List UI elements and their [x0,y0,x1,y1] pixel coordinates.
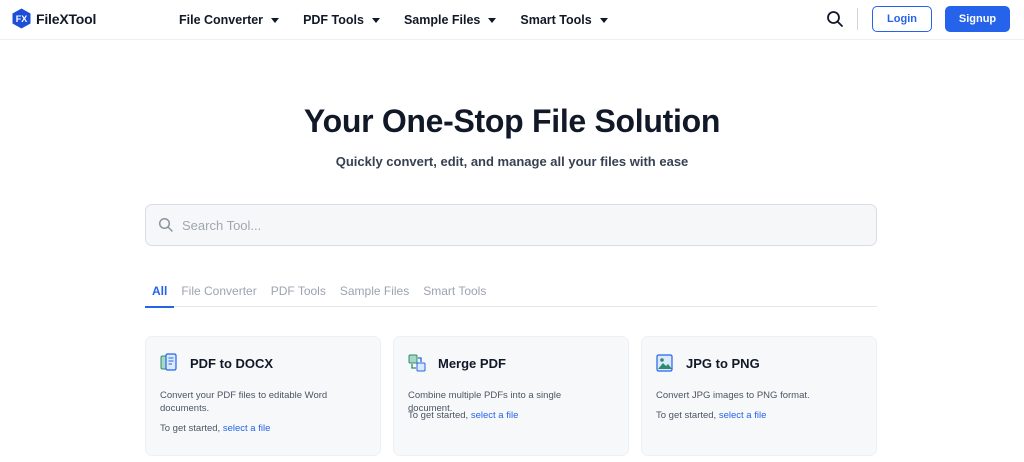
nav-file-converter-label: File Converter [179,13,264,27]
jpg-to-png-icon [656,353,674,373]
tab-file-converter[interactable]: File Converter [174,276,263,307]
caret-down-icon [271,17,280,23]
caret-down-icon [488,17,497,23]
svg-text:FX: FX [16,14,28,24]
caret-down-icon [599,17,608,23]
login-button[interactable]: Login [872,6,932,32]
get-started-text: To get started, [408,410,469,421]
card-get-started: To get started, select a file [656,410,766,421]
signup-button[interactable]: Signup [945,6,1010,32]
tab-smart-tools[interactable]: Smart Tools [416,276,493,307]
tab-all[interactable]: All [145,276,175,308]
category-tabs: All File Converter PDF Tools Sample File… [145,276,877,308]
card-title: Merge PDF [438,356,506,371]
card-get-started: To get started, select a file [408,410,518,421]
search-icon[interactable] [826,10,844,28]
get-started-text: To get started, [656,410,717,421]
tool-card-pdf-to-docx[interactable]: PDF to DOCX Convert your PDF files to ed… [145,336,381,456]
search-input[interactable] [182,205,862,245]
caret-down-icon [371,17,380,23]
main-nav: File Converter PDF Tools Sample Files Sm… [179,0,608,40]
card-title: JPG to PNG [686,356,760,371]
nav-sample-files-label: Sample Files [403,13,481,27]
nav-smart-tools[interactable]: Smart Tools [520,13,608,27]
nav-pdf-tools[interactable]: PDF Tools [303,13,380,27]
pdf-to-docx-icon [160,353,178,373]
nav-smart-tools-label: Smart Tools [520,13,592,27]
select-file-link[interactable]: select a file [223,423,271,434]
logo-badge-icon: FX [11,8,32,29]
card-description: Convert your PDF files to editable Word … [160,390,328,414]
card-description: Convert JPG images to PNG format. [656,390,810,401]
logo-text: FileXTool [36,10,97,27]
top-header: FX FileXTool File Converter PDF Tools Sa… [0,0,1024,40]
tool-search-box [145,204,877,246]
logo[interactable]: FX FileXTool [11,8,96,29]
search-icon [158,217,174,238]
card-title: PDF to DOCX [190,356,274,371]
tool-card-merge-pdf[interactable]: Merge PDF Combine multiple PDFs into a s… [393,336,629,456]
card-get-started: To get started, select a file [160,423,270,434]
tab-sample-files[interactable]: Sample Files [333,276,416,307]
get-started-text: To get started, [160,423,221,434]
select-file-link[interactable]: select a file [471,410,519,421]
merge-pdf-icon [408,353,426,373]
page-title: Your One-Stop File Solution [303,103,721,139]
nav-file-converter[interactable]: File Converter [179,13,280,27]
page-subtitle: Quickly convert, edit, and manage all yo… [335,154,689,169]
nav-sample-files[interactable]: Sample Files [403,13,497,27]
header-divider [857,8,858,30]
tab-pdf-tools[interactable]: PDF Tools [264,276,333,307]
nav-pdf-tools-label: PDF Tools [303,13,364,27]
tool-card-jpg-to-png[interactable]: JPG to PNG Convert JPG images to PNG for… [641,336,877,456]
select-file-link[interactable]: select a file [719,410,767,421]
